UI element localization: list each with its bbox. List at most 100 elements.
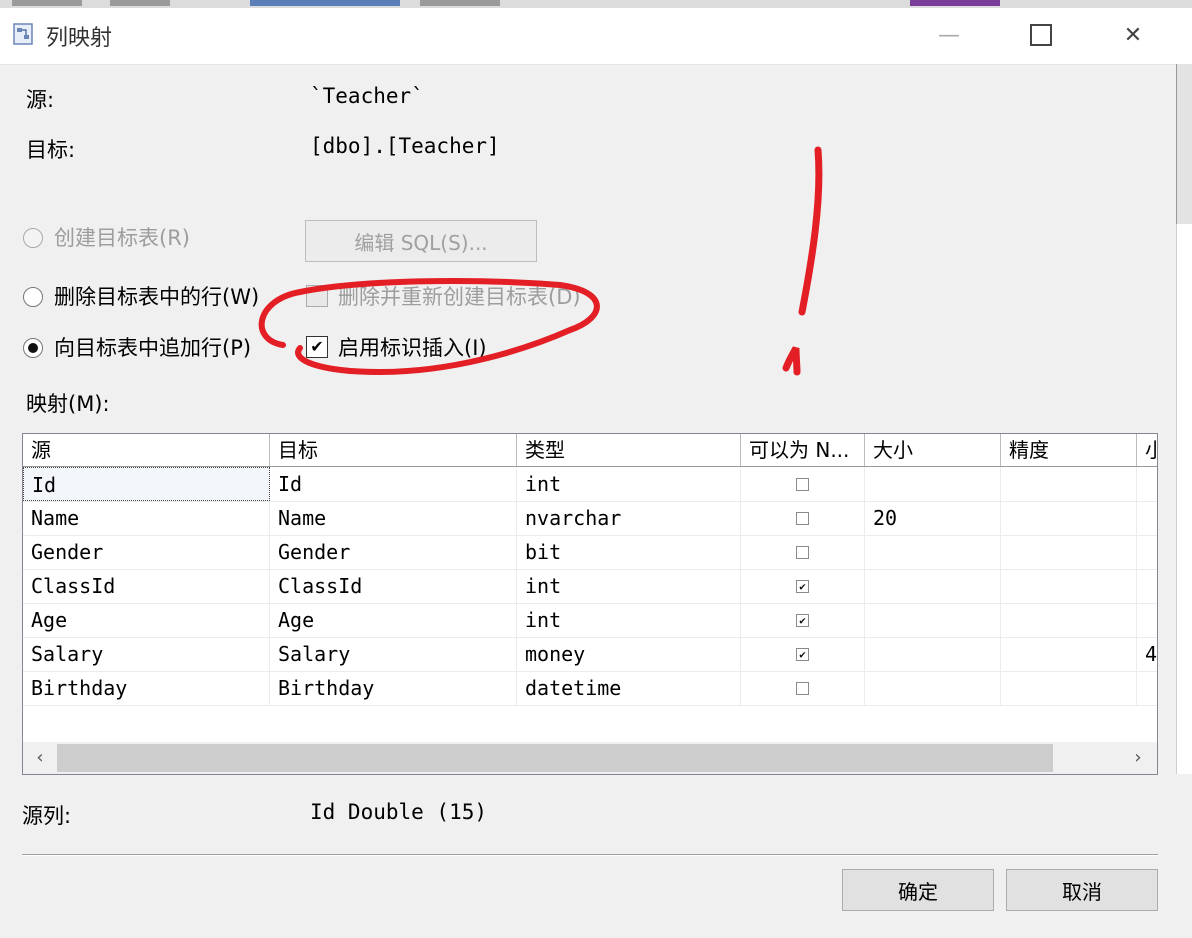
cell-precision[interactable] xyxy=(1001,569,1137,603)
header-size[interactable]: 大小 xyxy=(865,434,1001,466)
cell-scale[interactable] xyxy=(1137,467,1157,501)
target-label: 目标: xyxy=(26,138,76,162)
enable-identity-checkbox[interactable]: ✔ xyxy=(306,336,328,358)
header-nullable[interactable]: 可以为 N... xyxy=(741,434,865,466)
cell-type[interactable]: bit xyxy=(517,535,741,569)
edit-sql-button[interactable]: 编辑 SQL(S)... xyxy=(305,220,537,262)
cell-precision[interactable] xyxy=(1001,671,1137,705)
table-row[interactable]: Name Name nvarchar 20 xyxy=(23,501,1157,536)
cell-type[interactable]: nvarchar xyxy=(517,501,741,535)
close-button[interactable]: ✕ xyxy=(1088,14,1178,56)
cell-source[interactable]: Name xyxy=(23,501,270,535)
table-row[interactable]: Birthday Birthday datetime xyxy=(23,671,1157,706)
cell-scale[interactable] xyxy=(1137,603,1157,637)
header-source[interactable]: 源 xyxy=(23,434,270,466)
nullable-checkbox[interactable]: ✔ xyxy=(796,648,809,661)
cell-size[interactable]: 20 xyxy=(865,501,1001,535)
check-mark-icon: ✔ xyxy=(310,337,324,356)
cell-type[interactable]: int xyxy=(517,603,741,637)
table-row[interactable]: Age Age int ✔ xyxy=(23,603,1157,638)
cell-precision[interactable] xyxy=(1001,501,1137,535)
cell-precision[interactable] xyxy=(1001,535,1137,569)
header-scale[interactable]: 小 xyxy=(1137,434,1157,466)
cell-type[interactable]: int xyxy=(517,569,741,603)
target-value: [dbo].[Teacher] xyxy=(310,134,500,158)
cell-source[interactable]: Id xyxy=(23,467,270,501)
nullable-checkbox[interactable] xyxy=(796,478,809,491)
cell-source[interactable]: Gender xyxy=(23,535,270,569)
nullable-checkbox[interactable] xyxy=(796,682,809,695)
ok-button[interactable]: 确定 xyxy=(842,869,994,911)
background-strip-block xyxy=(250,0,400,6)
table-row[interactable]: ClassId ClassId int ✔ xyxy=(23,569,1157,604)
cell-size[interactable] xyxy=(865,467,1001,501)
create-table-radio[interactable] xyxy=(23,228,43,248)
header-type[interactable]: 类型 xyxy=(517,434,741,466)
cell-target[interactable]: Age xyxy=(270,603,517,637)
cell-target[interactable]: Id xyxy=(270,467,517,501)
cell-precision[interactable] xyxy=(1001,637,1137,671)
mappings-grid[interactable]: 源 目标 类型 可以为 N... 大小 精度 小 Id Id int Name … xyxy=(22,433,1158,775)
cell-size[interactable] xyxy=(865,569,1001,603)
table-row[interactable]: Id Id int xyxy=(23,467,1157,502)
cancel-button[interactable]: 取消 xyxy=(1006,869,1158,911)
cell-target[interactable]: Gender xyxy=(270,535,517,569)
maximize-button[interactable] xyxy=(996,14,1086,56)
drop-recreate-label: 删除并重新创建目标表(D) xyxy=(338,285,581,309)
cell-scale[interactable] xyxy=(1137,501,1157,535)
cell-size[interactable] xyxy=(865,671,1001,705)
cell-type[interactable]: datetime xyxy=(517,671,741,705)
cell-size[interactable] xyxy=(865,637,1001,671)
minimize-button[interactable]: — xyxy=(904,14,994,56)
cell-target[interactable]: Birthday xyxy=(270,671,517,705)
cell-nullable[interactable] xyxy=(741,501,865,535)
table-row[interactable]: Gender Gender bit xyxy=(23,535,1157,570)
annotation-exclamation-dot xyxy=(782,346,801,376)
scrollbar-thumb[interactable] xyxy=(57,744,1053,772)
cell-source[interactable]: Birthday xyxy=(23,671,270,705)
cell-scale[interactable] xyxy=(1137,671,1157,705)
cell-source[interactable]: Age xyxy=(23,603,270,637)
drop-recreate-checkbox[interactable] xyxy=(306,285,328,307)
cell-precision[interactable] xyxy=(1001,603,1137,637)
cell-size[interactable] xyxy=(865,535,1001,569)
radio-selected-dot xyxy=(28,343,38,353)
background-strip-block xyxy=(110,0,170,6)
cell-nullable[interactable]: ✔ xyxy=(741,569,865,603)
cell-target[interactable]: Salary xyxy=(270,637,517,671)
cell-nullable[interactable] xyxy=(741,467,865,501)
cell-nullable[interactable]: ✔ xyxy=(741,603,865,637)
cell-type[interactable]: money xyxy=(517,637,741,671)
cell-source[interactable]: Salary xyxy=(23,637,270,671)
nullable-checkbox[interactable] xyxy=(796,546,809,559)
header-precision[interactable]: 精度 xyxy=(1001,434,1137,466)
cell-nullable[interactable] xyxy=(741,535,865,569)
cell-scale[interactable]: 4 xyxy=(1137,637,1157,671)
cell-target[interactable]: ClassId xyxy=(270,569,517,603)
cell-precision[interactable] xyxy=(1001,467,1137,501)
source-label: 源: xyxy=(26,88,55,112)
cell-scale[interactable] xyxy=(1137,569,1157,603)
cell-nullable[interactable]: ✔ xyxy=(741,637,865,671)
delete-rows-radio[interactable] xyxy=(23,287,43,307)
source-value: `Teacher` xyxy=(310,84,424,108)
cancel-label: 取消 xyxy=(1062,879,1102,904)
cell-nullable[interactable] xyxy=(741,671,865,705)
cell-scale[interactable] xyxy=(1137,535,1157,569)
edit-sql-label: 编辑 SQL(S)... xyxy=(354,230,488,255)
cell-source[interactable]: ClassId xyxy=(23,569,270,603)
background-window-edge xyxy=(1176,64,1192,224)
nullable-checkbox[interactable]: ✔ xyxy=(796,580,809,593)
nullable-checkbox[interactable]: ✔ xyxy=(796,614,809,627)
horizontal-scrollbar[interactable]: ‹ › xyxy=(23,742,1157,774)
header-target[interactable]: 目标 xyxy=(270,434,517,466)
append-rows-radio[interactable] xyxy=(23,338,43,358)
cell-size[interactable] xyxy=(865,603,1001,637)
table-row[interactable]: Salary Salary money ✔ 4 xyxy=(23,637,1157,672)
cell-type[interactable]: int xyxy=(517,467,741,501)
scroll-right-icon[interactable]: › xyxy=(1123,742,1153,774)
cell-target[interactable]: Name xyxy=(270,501,517,535)
separator xyxy=(22,854,1158,856)
nullable-checkbox[interactable] xyxy=(796,512,809,525)
scroll-left-icon[interactable]: ‹ xyxy=(25,742,55,774)
